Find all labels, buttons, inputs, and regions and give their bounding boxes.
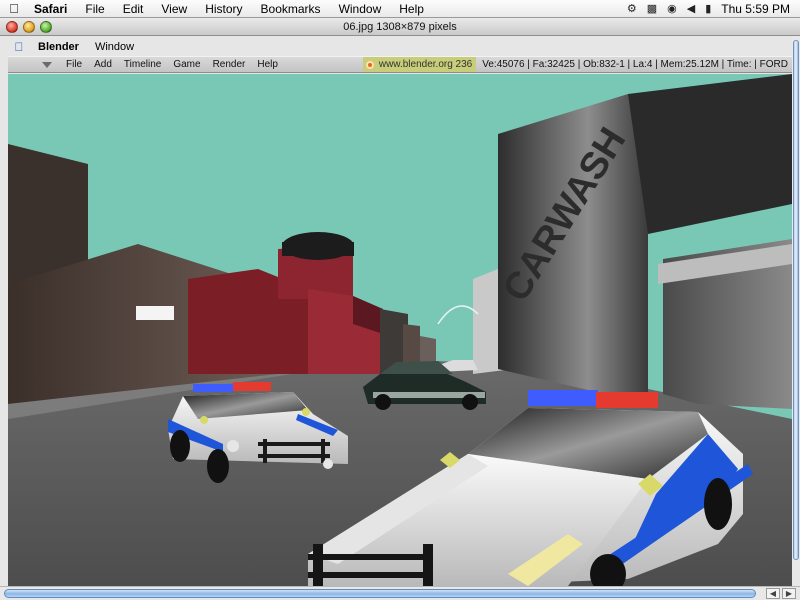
menu-edit[interactable]: Edit <box>114 2 153 16</box>
menu-view[interactable]: View <box>152 2 196 16</box>
menu-extras: ⚙ ▩ ◉ ◀ ▮ Thu 5:59 PM <box>627 2 800 16</box>
blender-3d-viewport: CARWASH <box>8 74 792 586</box>
battery-icon[interactable]: ▮ <box>705 2 711 15</box>
display-icon[interactable]: ▩ <box>647 2 657 15</box>
lightbar-blue <box>193 384 233 392</box>
blender-website-label: www.blender.org 236 <box>378 59 473 70</box>
apple-menu-icon[interactable]:  <box>0 1 28 16</box>
menu-clock[interactable]: Thu 5:59 PM <box>721 2 790 16</box>
minimize-button[interactable] <box>23 21 35 33</box>
building-left-dark <box>8 144 88 284</box>
vertical-scrollbar[interactable] <box>792 36 800 586</box>
blender-menu-timeline: Timeline <box>123 59 162 70</box>
menu-help[interactable]: Help <box>390 2 433 16</box>
lightbar-red <box>233 382 271 391</box>
menu-bookmarks[interactable]: Bookmarks <box>252 2 330 16</box>
lightbar-blue <box>528 390 598 406</box>
blender-info-header: File Add Timeline Game Render Help www.b… <box>8 56 792 73</box>
blender-stats-area: www.blender.org 236 Ve:45076 | Fa:32425 … <box>362 57 792 72</box>
blender-scene-stats: Ve:45076 | Fa:32425 | Ob:832-1 | La:4 | … <box>482 59 788 70</box>
blender-logo-icon <box>365 60 374 69</box>
script-menu-icon[interactable]: ⚙ <box>627 2 637 15</box>
window-title: 06.jpg 1308×879 pixels <box>343 20 457 33</box>
menu-app-safari[interactable]: Safari <box>28 2 76 16</box>
blender-menu-render: Render <box>212 59 246 70</box>
blender-menu-bar:  Blender Window <box>8 38 792 55</box>
game-scene-render: CARWASH <box>8 74 792 586</box>
blender-menu-file: File <box>66 59 83 70</box>
window-title-bar[interactable]: 06.jpg 1308×879 pixels <box>0 18 800 36</box>
blender-window:  Blender Window File Add Timeline Game … <box>0 36 800 586</box>
scroll-arrows: ◀ ▶ <box>766 588 796 599</box>
vertical-scroll-thumb[interactable] <box>793 40 799 560</box>
blender-website-badge: www.blender.org 236 <box>362 57 477 72</box>
horizontal-scrollbar[interactable]: ◀ ▶ <box>0 586 800 600</box>
blender-apple-icon:  <box>8 40 30 54</box>
blender-menu-window: Window <box>94 40 135 53</box>
lightbar-red <box>596 392 658 408</box>
blender-menu-add: Add <box>94 59 112 70</box>
close-button[interactable] <box>6 21 18 33</box>
building-window <box>136 306 174 320</box>
volume-icon[interactable]: ◀ <box>687 2 695 15</box>
scroll-left-arrow-icon[interactable]: ◀ <box>766 588 780 599</box>
menu-history[interactable]: History <box>196 2 251 16</box>
menu-window[interactable]: Window <box>330 2 391 16</box>
zoom-button[interactable] <box>40 21 52 33</box>
scroll-right-arrow-icon[interactable]: ▶ <box>782 588 796 599</box>
blender-menu-game: Game <box>173 59 201 70</box>
macos-menu-bar:  Safari File Edit View History Bookmark… <box>0 0 800 18</box>
header-collapse-triangle-icon <box>42 61 52 68</box>
horizontal-scroll-thumb[interactable] <box>4 589 756 598</box>
menu-file[interactable]: File <box>76 2 113 16</box>
wifi-icon[interactable]: ◉ <box>667 2 677 15</box>
building-dome-base <box>282 242 354 256</box>
blender-app-name: Blender <box>38 40 79 53</box>
blender-menu-help: Help <box>257 59 278 70</box>
window-controls <box>6 21 52 33</box>
